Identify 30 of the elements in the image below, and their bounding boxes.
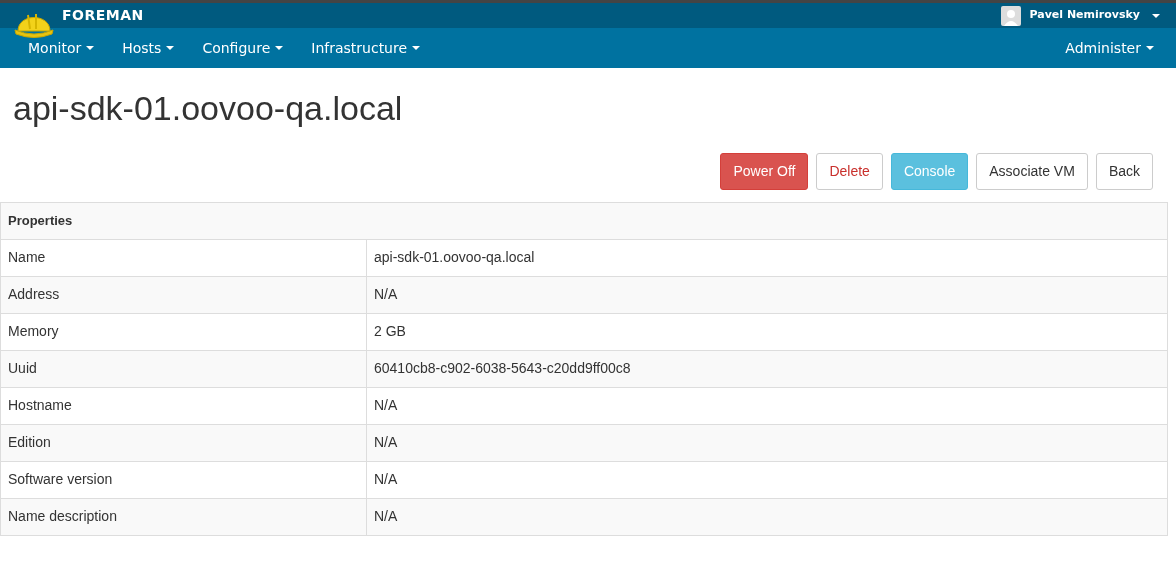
nav-menu[interactable]: Hosts bbox=[108, 28, 189, 68]
property-name: Address bbox=[0, 276, 367, 314]
property-name: Name description bbox=[0, 498, 367, 536]
property-name: Edition bbox=[0, 424, 367, 462]
property-name: Memory bbox=[0, 313, 367, 351]
nav-menu[interactable]: Monitor bbox=[14, 28, 109, 68]
property-value: N/A bbox=[366, 276, 1168, 314]
property-value: 2 GB bbox=[366, 313, 1168, 351]
user-menu[interactable]: Pavel Nemirovsky bbox=[1001, 5, 1160, 26]
delete-button[interactable]: Delete bbox=[816, 152, 883, 190]
power-off-button[interactable]: Power Off bbox=[720, 152, 809, 190]
page-title: api-sdk-01.oovoo-qa.local bbox=[13, 88, 404, 129]
property-value: N/A bbox=[366, 387, 1168, 425]
table-heading: Properties bbox=[0, 202, 1168, 240]
property-name: Software version bbox=[0, 461, 367, 499]
brand-name[interactable]: FOREMAN bbox=[62, 5, 144, 26]
property-value: N/A bbox=[366, 461, 1168, 499]
nav-menu[interactable]: Administer bbox=[1051, 28, 1168, 68]
property-name: Uuid bbox=[0, 350, 367, 388]
avatar-icon bbox=[1001, 5, 1022, 26]
action-button[interactable]: Associate VM bbox=[976, 152, 1088, 190]
property-name: Hostname bbox=[0, 387, 367, 425]
property-value: N/A bbox=[366, 498, 1168, 536]
property-value: 60410cb8-c902-6038-5643-c20dd9ff00c8 bbox=[366, 350, 1168, 388]
nav-menu[interactable]: Infrastructure bbox=[297, 28, 435, 68]
property-name: Name bbox=[0, 239, 367, 277]
property-value: N/A bbox=[366, 424, 1168, 462]
nav-menu[interactable]: Configure bbox=[188, 28, 298, 68]
action-button[interactable]: Back bbox=[1095, 152, 1153, 190]
property-value: api-sdk-01.oovoo-qa.local bbox=[366, 239, 1168, 277]
